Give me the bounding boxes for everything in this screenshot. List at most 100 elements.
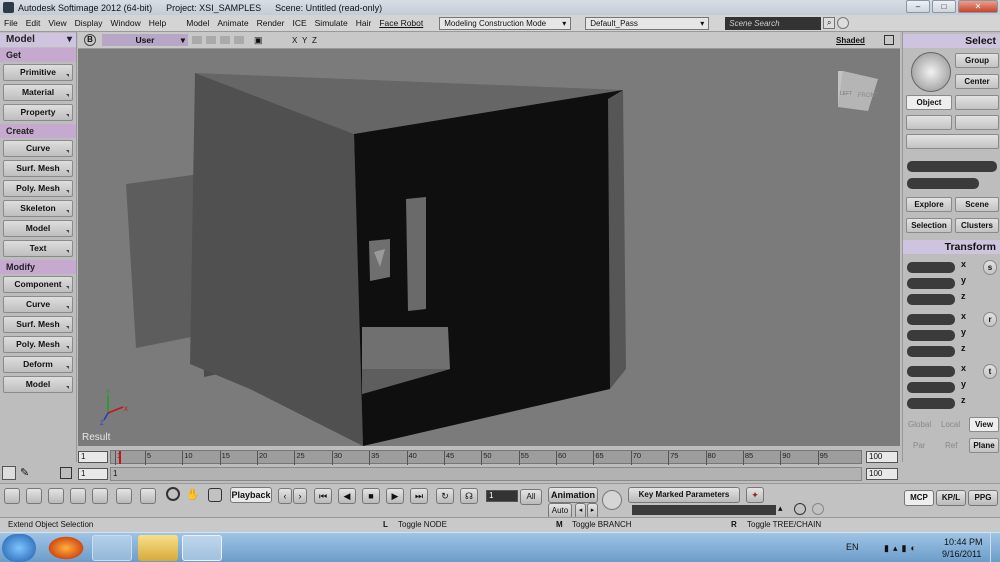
scale-tool-button[interactable]: s — [983, 260, 997, 275]
selection-name-field[interactable] — [907, 161, 997, 172]
menu-render[interactable]: Render — [253, 18, 289, 28]
modify-poly-mesh-button[interactable]: Poly. Mesh — [3, 336, 73, 353]
firefox-icon[interactable] — [46, 535, 86, 561]
clock-date[interactable]: 9/16/2011 — [942, 549, 981, 559]
plane-button[interactable]: Plane — [969, 438, 999, 453]
playhead-marker[interactable] — [119, 451, 121, 464]
keyframe-icon[interactable] — [812, 503, 824, 515]
menu-file[interactable]: File — [0, 18, 22, 28]
layout-6-icon[interactable] — [116, 488, 132, 504]
menu-hair[interactable]: Hair — [352, 18, 376, 28]
range-start-field[interactable]: 1 — [78, 468, 108, 480]
rotate-z-field[interactable] — [907, 346, 955, 357]
layout-4-icon[interactable] — [70, 488, 86, 504]
chevron-up-icon[interactable]: ▴ — [778, 503, 783, 514]
key-marked-parameters-button[interactable]: Key Marked Parameters — [628, 487, 740, 503]
step-back-button[interactable]: ◀ — [338, 488, 356, 504]
create-curve-button[interactable]: Curve — [3, 140, 73, 157]
scene-search-input[interactable]: Scene Search — [725, 16, 822, 30]
menu-view[interactable]: View — [44, 18, 70, 28]
scene-button[interactable]: Scene — [955, 197, 999, 212]
last-frame-button[interactable]: ⏭ — [410, 488, 428, 504]
modify-component-button[interactable]: Component — [3, 276, 73, 293]
scale-y-field[interactable] — [907, 278, 955, 289]
ref-button[interactable]: Ref — [945, 441, 957, 450]
menu-help[interactable]: Help — [145, 18, 170, 28]
timeline-start-field[interactable]: 1 — [78, 451, 108, 463]
layout-7-icon[interactable] — [140, 488, 156, 504]
layout-2-icon[interactable] — [26, 488, 42, 504]
menu-display[interactable]: Display — [71, 18, 107, 28]
start-button[interactable] — [2, 534, 36, 562]
layout-5-icon[interactable] — [92, 488, 108, 504]
modify-surf-mesh-button[interactable]: Surf. Mesh — [3, 316, 73, 333]
camera-menu[interactable]: User ▾ — [102, 34, 188, 46]
group-button[interactable]: Group — [955, 53, 999, 68]
create-text-button[interactable]: Text — [3, 240, 73, 257]
layout-3-icon[interactable] — [48, 488, 64, 504]
construction-mode-combo[interactable]: Modeling Construction Mode ▾ — [439, 16, 572, 30]
marking-field[interactable] — [632, 505, 776, 515]
sound-icon[interactable] — [166, 487, 180, 501]
tray-icons[interactable]: ▮▴▮◐ — [884, 543, 920, 554]
selection-filter-slot-2[interactable] — [906, 115, 952, 130]
menu-simulate[interactable]: Simulate — [311, 18, 352, 28]
get-material-button[interactable]: Material — [3, 84, 73, 101]
display-mode-menu[interactable]: Shaded — [836, 36, 865, 45]
select-tool-icon[interactable] — [911, 52, 951, 92]
visibility-toggles[interactable] — [192, 36, 248, 44]
tab-ppg[interactable]: PPG — [968, 490, 998, 506]
clock-time[interactable]: 10:44 PM — [944, 537, 983, 547]
modify-model-button[interactable]: Model — [3, 376, 73, 393]
layout-1-icon[interactable] — [4, 488, 20, 504]
lock-icon[interactable] — [208, 488, 222, 502]
view-button[interactable]: View — [969, 417, 999, 432]
object-button[interactable]: Object — [906, 95, 952, 110]
selection-button[interactable]: Selection — [906, 218, 952, 233]
axis-y-label[interactable]: Y — [302, 36, 307, 45]
headphones-button[interactable]: ☊ — [460, 488, 478, 504]
prev-key-button[interactable]: ‹ — [278, 488, 292, 504]
copy-icon[interactable] — [794, 503, 806, 515]
panel-icon[interactable] — [60, 467, 72, 479]
next-key-button[interactable]: › — [293, 488, 307, 504]
create-model-button[interactable]: Model — [3, 220, 73, 237]
current-frame-field[interactable]: 1 — [486, 490, 518, 502]
scale-x-field[interactable] — [907, 262, 955, 273]
rotate-y-field[interactable] — [907, 330, 955, 341]
viewport-letter-b[interactable]: B — [84, 34, 96, 46]
show-desktop-button[interactable] — [990, 533, 1000, 562]
par-button[interactable]: Par — [913, 441, 925, 450]
folder-icon[interactable] — [138, 535, 178, 561]
get-property-button[interactable]: Property — [3, 104, 73, 121]
playback-button[interactable]: Playback — [230, 487, 272, 503]
timeline-ruler[interactable]: 15101520253035404550556065707580859095 — [110, 450, 862, 465]
rotate-x-field[interactable] — [907, 314, 955, 325]
create-surf-mesh-button[interactable]: Surf. Mesh — [3, 160, 73, 177]
menu-model[interactable]: Model — [182, 18, 213, 28]
menu-animate[interactable]: Animate — [213, 18, 252, 28]
internet-explorer-icon[interactable] — [92, 535, 132, 561]
range-end-field[interactable]: 100 — [866, 468, 898, 480]
play-button[interactable]: ▶ — [386, 488, 404, 504]
timeline-tool-icons[interactable]: ✎ — [2, 466, 74, 482]
camera-icon[interactable]: ▣ — [254, 35, 263, 46]
axis-z-label[interactable]: Z — [312, 36, 317, 45]
translate-z-field[interactable] — [907, 398, 955, 409]
modify-curve-button[interactable]: Curve — [3, 296, 73, 313]
key-icon[interactable] — [602, 490, 622, 510]
loop-button[interactable]: ↻ — [436, 488, 454, 504]
selection-filter-slot-3[interactable] — [955, 115, 999, 130]
center-button[interactable]: Center — [955, 74, 999, 89]
module-selector[interactable]: Model ▾ — [0, 33, 76, 47]
menu-edit[interactable]: Edit — [22, 18, 45, 28]
global-button[interactable]: Global — [908, 420, 931, 429]
menu-window[interactable]: Window — [107, 18, 145, 28]
rotate-tool-button[interactable]: r — [983, 312, 997, 327]
tab-mcp[interactable]: MCP — [904, 490, 934, 506]
local-button[interactable]: Local — [941, 420, 960, 429]
translate-tool-button[interactable]: t — [983, 364, 997, 379]
stop-button[interactable]: ■ — [362, 488, 380, 504]
minimize-button[interactable]: – — [906, 0, 930, 13]
translate-y-field[interactable] — [907, 382, 955, 393]
